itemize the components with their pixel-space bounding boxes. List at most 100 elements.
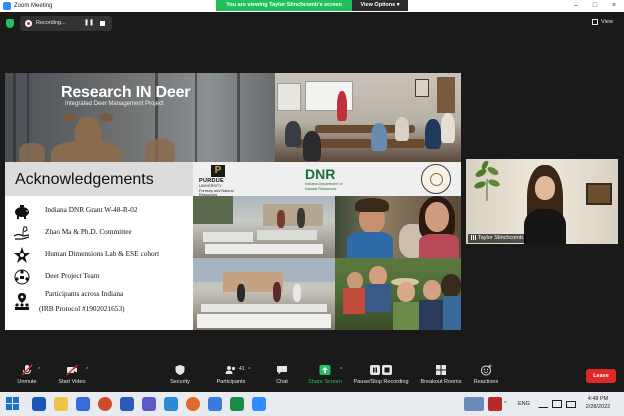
leave-button[interactable]: Leave xyxy=(586,369,616,383)
tray-app-icon[interactable] xyxy=(464,397,484,411)
ack-item: Zhao Ma & Ph.D. Committee xyxy=(5,222,193,244)
start-video-button[interactable]: Start Video xyxy=(54,364,90,390)
photo-person xyxy=(277,210,285,228)
window-title: Zoom Meeting xyxy=(14,3,53,9)
classroom-photo xyxy=(275,73,461,162)
view-options-button[interactable]: View Options ▾ xyxy=(352,0,408,11)
photo-shirt xyxy=(343,288,365,314)
powerpoint-icon[interactable] xyxy=(98,397,112,411)
purdue-university: UNIVERSITY. xyxy=(199,184,223,188)
firefox-icon[interactable] xyxy=(186,397,200,411)
participants-icon xyxy=(225,366,236,374)
recording-bar: Recording... ❚❚ xyxy=(4,16,112,31)
pause-stop-recording-button[interactable]: Pause/Stop Recording xyxy=(350,364,412,390)
security-label: Security xyxy=(170,379,190,385)
attendee-figure xyxy=(285,121,301,147)
photo-face xyxy=(423,280,441,300)
photo-couple-with-cat xyxy=(335,196,461,258)
ack-text: Human Dimensions Lab & ESE cohort xyxy=(45,249,160,258)
helping-hand-icon xyxy=(13,226,30,240)
people-location-icon xyxy=(15,293,29,310)
photo-boxes xyxy=(201,304,327,312)
whiteboard xyxy=(277,83,301,111)
pause-stop-recording-label: Pause/Stop Recording xyxy=(353,379,409,385)
deer-background xyxy=(145,139,175,162)
photo-person xyxy=(297,208,305,228)
share-screen-button[interactable]: Share Screen xyxy=(306,364,344,390)
deer-ear xyxy=(99,113,113,122)
view-button[interactable]: View xyxy=(590,16,618,28)
deer-ear xyxy=(63,113,77,122)
photo-team-outdoors xyxy=(335,258,461,330)
ack-item: Deer Project Team xyxy=(5,266,193,288)
participant-name-tag: Taylor Stinchcomb xyxy=(468,234,526,243)
lab-seal-logo xyxy=(421,164,451,194)
minimize-button[interactable]: – xyxy=(568,1,584,11)
viewing-screen-label: You are viewing Taylor Stinchcomb's scre… xyxy=(216,0,352,11)
breakout-rooms-button[interactable]: Breakout Rooms xyxy=(418,364,464,390)
file-explorer-icon[interactable] xyxy=(54,397,68,411)
photo-shirt xyxy=(419,300,445,330)
onedrive-icon[interactable] xyxy=(164,397,178,411)
plant-decoration xyxy=(474,161,500,201)
attendee-figure xyxy=(303,131,321,161)
microphone-muted-icon xyxy=(21,364,33,376)
wifi-icon[interactable] xyxy=(538,400,548,408)
share-options-caret[interactable]: ^ xyxy=(340,367,346,373)
tree-trunk xyxy=(195,73,197,162)
participant-body xyxy=(524,209,566,244)
attendee-figure xyxy=(425,119,441,149)
chevron-down-icon: ▾ xyxy=(396,2,400,8)
view-options-label: View Options xyxy=(360,2,396,8)
taskbar-clock[interactable]: 4:48 PM 2/28/2022 xyxy=(580,395,616,411)
network-star-icon xyxy=(14,247,30,263)
reactions-button[interactable]: Reactions xyxy=(472,364,500,390)
outlook-icon[interactable] xyxy=(32,397,46,411)
pause-stop-recording-icon xyxy=(370,365,392,375)
pause-recording-button[interactable]: ❚❚ xyxy=(84,19,94,28)
speaker-icon[interactable] xyxy=(552,400,562,408)
attendee-figure xyxy=(441,113,455,143)
excel-icon[interactable] xyxy=(230,397,244,411)
photo-shirt xyxy=(443,296,461,330)
participant-video-tile[interactable]: Taylor Stinchcomb xyxy=(466,159,618,244)
security-button[interactable]: Security xyxy=(166,364,194,390)
battery-icon[interactable] xyxy=(566,401,576,408)
presenter-figure xyxy=(337,91,347,121)
windows-start-icon[interactable] xyxy=(6,397,20,411)
share-screen-icon xyxy=(319,365,331,375)
unmute-label: Unmute xyxy=(17,379,37,385)
tray-app-icon[interactable] xyxy=(488,397,502,411)
piggy-bank-icon xyxy=(15,205,29,219)
word-icon[interactable] xyxy=(76,397,90,411)
word-document-icon[interactable] xyxy=(120,397,134,411)
photo-boxes xyxy=(203,232,253,242)
participant-name: Taylor Stinchcomb xyxy=(478,235,523,241)
wall-picture xyxy=(586,183,612,205)
encryption-shield-icon[interactable] xyxy=(6,19,14,28)
app-icon[interactable] xyxy=(208,397,222,411)
banner-title: Research IN Deer xyxy=(61,84,191,101)
tray-chevron-icon[interactable]: ^ xyxy=(504,397,507,411)
photo-shirt xyxy=(365,284,391,312)
video-options-caret[interactable]: ^ xyxy=(86,367,92,373)
stop-recording-button[interactable] xyxy=(98,19,107,28)
participants-label: Participants xyxy=(216,379,246,385)
close-window-button[interactable]: × xyxy=(606,1,622,11)
acknowledgements-title: Acknowledgements xyxy=(15,171,154,188)
shield-icon xyxy=(175,365,185,375)
audio-options-caret[interactable]: ^ xyxy=(38,367,44,373)
zoom-taskbar-icon[interactable] xyxy=(252,397,266,411)
teams-icon[interactable] xyxy=(142,397,156,411)
photo-person xyxy=(293,284,301,302)
purdue-mark: P xyxy=(211,165,225,177)
dnr-logo: DNR Indiana Department of Natural Resour… xyxy=(301,165,351,193)
dnr-subtitle: Indiana Department of Natural Resources xyxy=(305,182,343,191)
language-indicator[interactable]: ENG xyxy=(518,397,530,411)
cloud-recording-icon xyxy=(25,20,32,27)
participants-options-caret[interactable]: ^ xyxy=(248,367,254,373)
maximize-button[interactable]: □ xyxy=(587,1,603,11)
deer-body xyxy=(51,141,121,162)
team-circle-icon xyxy=(14,269,30,285)
chat-button[interactable]: Chat xyxy=(270,364,294,390)
